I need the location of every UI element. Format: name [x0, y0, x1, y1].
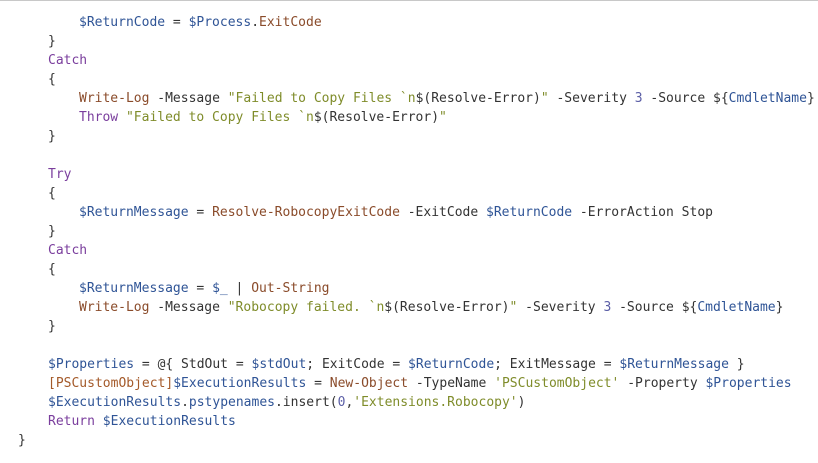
code-token-keyword: Try	[48, 167, 72, 182]
code-token-string: "Robocopy failed. `n	[227, 300, 385, 315]
code-token-default: |	[227, 281, 252, 296]
code-token-variable: $_	[212, 281, 228, 296]
code-editor[interactable]: $ReturnCode = $Process.ExitCode} Catch{Wr…	[0, 0, 818, 463]
code-line: $Properties = @{ StdOut = $stdOut; ExitC…	[48, 355, 745, 374]
code-token-default	[118, 110, 126, 125]
code-token-default: }	[18, 433, 26, 448]
code-token-default: .insert(	[274, 395, 338, 410]
code-line: $ReturnMessage = Resolve-RobocopyExitCod…	[79, 203, 713, 222]
code-line: {	[48, 260, 56, 279]
code-token-variable: $ReturnCode	[79, 15, 166, 30]
code-token-variable: $ExecutionResults	[173, 376, 307, 391]
code-line: }	[48, 317, 56, 336]
code-line: Try	[48, 165, 71, 184]
code-token-default: -Message	[149, 300, 228, 315]
code-token-default	[95, 414, 103, 429]
code-token-default: }	[806, 91, 815, 106]
code-token-keyword: Return	[48, 414, 95, 429]
code-line: Throw "Failed to Copy Files `n$(Resolve-…	[79, 108, 447, 127]
code-token-default: $(Resolve-Error)	[313, 110, 440, 125]
code-line: $ReturnMessage = $_ | Out-String	[79, 279, 329, 298]
code-token-default: }	[48, 224, 56, 239]
code-line: Write-Log -Message "Failed to Copy Files…	[79, 89, 815, 108]
code-token-default: {	[48, 72, 56, 87]
code-token-string: 'Extensions.Robocopy'	[353, 395, 518, 410]
code-token-default: =	[165, 15, 189, 30]
code-line: $ExecutionResults.pstypenames.insert(0,'…	[48, 393, 525, 412]
code-token-variable: $Properties	[48, 357, 135, 372]
code-line: $ReturnCode = $Process.ExitCode	[79, 13, 322, 32]
code-token-string: "	[439, 110, 447, 125]
code-token-default: .	[251, 15, 260, 30]
code-token-default: -TypeName	[408, 376, 495, 391]
code-token-default: ; ExitMessage =	[494, 357, 620, 372]
code-token-variable: CmdletName	[697, 300, 776, 315]
code-token-command: Write-Log	[79, 91, 150, 106]
code-token-variable: $Process	[188, 15, 252, 30]
code-token-variable: $stdOut	[251, 357, 307, 372]
code-token-default: = @{ StdOut =	[134, 357, 252, 372]
code-token-keyword: Catch	[48, 243, 88, 258]
code-token-keyword: Catch	[48, 53, 88, 68]
code-token-default: =	[188, 205, 213, 220]
code-token-default: }	[48, 319, 56, 334]
code-token-variable: $ExecutionResults	[102, 414, 236, 429]
code-line: }	[18, 431, 26, 450]
code-line: {	[48, 184, 56, 203]
code-token-default: -Message	[149, 91, 228, 106]
code-line: Catch	[48, 51, 87, 70]
code-token-command: New-Object	[329, 376, 409, 391]
code-token-variable: $Properties	[705, 376, 792, 391]
code-token-variable: $ReturnMessage	[619, 357, 729, 372]
code-token-default: )	[517, 395, 526, 410]
code-token-default: -ErrorAction Stop	[572, 205, 713, 220]
code-token-default: {	[48, 262, 56, 277]
code-token-default: $(Resolve-Error)	[384, 300, 510, 315]
code-token-string: "Failed to Copy Files `n	[227, 91, 416, 106]
code-line: }	[48, 127, 56, 146]
code-token-variable: $ReturnMessage	[79, 205, 189, 220]
code-line: [PSCustomObject]$ExecutionResults = New-…	[48, 374, 792, 393]
code-token-type: [PSCustomObject]	[48, 376, 174, 391]
code-line: Return $ExecutionResults	[48, 412, 236, 431]
code-token-default: ; ExitCode =	[306, 357, 409, 372]
code-line: {	[48, 70, 56, 89]
code-line: Catch	[48, 241, 87, 260]
code-token-variable: pstypenames	[188, 395, 275, 410]
code-token-variable: $ReturnMessage	[79, 281, 189, 296]
code-token-command: Write-Log	[79, 300, 150, 315]
code-token-variable: $ExecutionResults	[48, 395, 182, 410]
code-token-default: -Severity	[517, 300, 604, 315]
code-token-number: 3	[634, 91, 643, 106]
code-token-variable: $ReturnCode	[486, 205, 573, 220]
code-token-default: }	[775, 300, 784, 315]
code-token-string: "	[540, 91, 549, 106]
code-token-command: Resolve-RobocopyExitCode	[212, 205, 400, 220]
code-token-default: }	[48, 129, 56, 144]
code-token-keyword: Throw	[79, 110, 119, 125]
code-token-variable: $ReturnCode	[408, 357, 495, 372]
code-line: }	[48, 222, 56, 241]
code-token-string: 'PSCustomObject'	[494, 376, 620, 391]
code-token-default: }	[728, 357, 745, 372]
code-token-variable: CmdletName	[728, 91, 807, 106]
code-token-default: .	[181, 395, 189, 410]
code-token-default: -Source ${	[642, 91, 729, 106]
code-token-default: }	[48, 34, 56, 49]
code-token-default: -Severity	[548, 91, 635, 106]
code-token-command: ExitCode	[259, 15, 322, 30]
code-line: Write-Log -Message "Robocopy failed. `n$…	[79, 298, 783, 317]
code-token-default: -Source ${	[611, 300, 698, 315]
code-token-default: =	[188, 281, 213, 296]
code-line: }	[48, 32, 56, 51]
code-token-default: {	[48, 186, 56, 201]
code-token-string: "Failed to Copy Files `n	[125, 110, 314, 125]
code-token-default: -ExitCode	[399, 205, 486, 220]
code-token-default: $(Resolve-Error)	[415, 91, 541, 106]
code-token-command: Out-String	[251, 281, 330, 296]
code-token-default: -Property	[619, 376, 706, 391]
code-token-default: =	[306, 376, 330, 391]
